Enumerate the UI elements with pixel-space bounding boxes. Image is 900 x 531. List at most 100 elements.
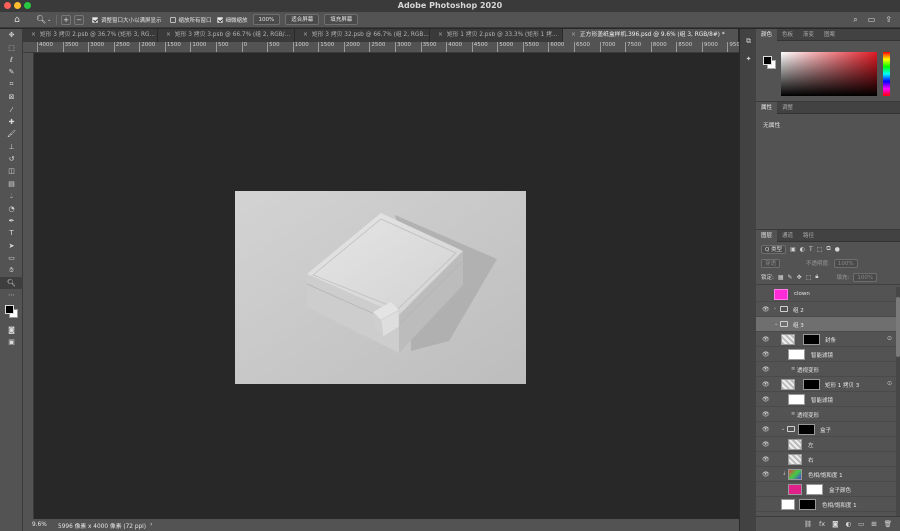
chevron-right-icon[interactable]: › [774,306,776,312]
color-swatches[interactable] [0,302,23,324]
lock-transparent-icon[interactable]: ▦ [778,274,784,281]
brush-tool-icon[interactable]: 🖌︎ [0,128,23,140]
layer-name[interactable]: 智能滤镜 [811,396,833,404]
close-tab-icon[interactable]: × [571,32,576,38]
layer-name[interactable]: 色相/饱和度 1 [808,471,843,479]
smart-filter-icon[interactable]: ⊙ [887,380,892,387]
history-panel-icon[interactable]: ⧉ [740,35,757,47]
adjustment-layer-icon[interactable]: ◐ [845,520,851,528]
more-tools-icon[interactable]: ⋯ [0,289,23,301]
tab-gradients[interactable]: 渐变 [798,29,819,41]
zoom-tool-preset[interactable]: 🔍︎ ⌄ [36,15,52,24]
eye-icon[interactable]: 👁︎ [762,336,770,343]
layer-row[interactable]: 👁︎ 右 [756,452,900,467]
lock-artboard-icon[interactable]: ⬚ [806,274,812,281]
add-mask-icon[interactable]: ◙ [832,520,838,528]
marquee-tool-icon[interactable]: ⬚ [0,41,23,53]
path-select-tool-icon[interactable]: ➤ [0,240,23,252]
fill-field[interactable]: 100% [853,272,878,282]
close-tab-icon[interactable]: × [31,32,36,38]
layer-row[interactable]: 👁︎ 智能滤镜 [756,392,900,407]
panel-foreground-swatch[interactable] [763,56,772,65]
layer-name[interactable]: 组 3 [793,321,804,329]
smart-object-thumbnail[interactable] [781,334,795,345]
close-tab-icon[interactable]: × [166,32,171,38]
layer-row[interactable]: 盒子颜色 [756,482,900,497]
filter-pixel-icon[interactable]: ▣ [790,246,796,253]
layer-row[interactable]: clown [756,287,900,302]
brush-settings-icon[interactable]: ✦ [740,53,757,65]
zoom-tool-icon[interactable]: 🔍︎ [0,276,23,290]
eyedropper-tool-icon[interactable]: ⁄ [0,103,23,115]
layer-name[interactable]: 色相/饱和度 1 [822,501,857,509]
workspace-icon[interactable]: ▭ [868,15,876,25]
eye-icon[interactable]: 👁︎ [762,396,770,403]
document-canvas[interactable] [235,191,526,384]
layer-row[interactable]: 👁︎ 矩形 1 拷贝 3 ⊙ [756,377,900,392]
chevron-down-icon[interactable]: ⌄ [774,321,778,327]
filter-shape-icon[interactable]: ⬚ [817,246,823,253]
eye-icon[interactable]: 👁︎ [762,426,770,433]
horizontal-ruler[interactable]: 4000 3500 3000 2500 2000 1500 1000 500 0 500 1000 1… [23,42,739,53]
clone-stamp-tool-icon[interactable]: ⊥ [0,141,23,153]
rectangle-tool-icon[interactable]: ▭ [0,252,23,264]
screen-mode-icon[interactable]: ▣ [0,336,23,348]
layer-mask-thumbnail[interactable] [799,499,816,510]
lasso-tool-icon[interactable]: ℓ [0,54,23,66]
filter-mask-thumbnail[interactable] [788,394,805,405]
tab-document-3[interactable]: × 矩形 3 拷贝 32.psb @ 66.7% (组 2, RGB... [295,29,430,42]
layer-row[interactable]: 👁︎ › 组 2 [756,302,900,317]
hand-tool-icon[interactable]: ✋︎ [0,264,23,276]
canvas-area[interactable] [34,53,739,519]
lock-all-icon[interactable]: 🔒︎ [815,273,818,281]
lock-position-icon[interactable]: ✥ [797,274,802,281]
tab-document-4[interactable]: × 矩形 1 拷贝 2.psb @ 33.3% (矩形 1 拷... [430,29,563,42]
fill-screen-button[interactable]: 填充屏幕 [324,14,359,25]
layer-name[interactable]: 透视变形 [797,366,819,374]
layer-row[interactable]: 👁︎ ≡ 透视变形 [756,362,900,377]
eye-icon[interactable]: 👁︎ [762,456,770,463]
new-group-icon[interactable]: ▭ [858,520,864,528]
layers-scrollbar[interactable] [896,287,900,516]
dodge-tool-icon[interactable]: ◔ [0,202,23,214]
new-layer-icon[interactable]: ⊞ [871,520,876,528]
layer-name[interactable]: 智能滤镜 [811,351,833,359]
zoom-100-button[interactable]: 100% [252,14,281,25]
delete-layer-icon[interactable]: 🗑︎ [884,520,892,528]
eye-icon[interactable]: 👁︎ [762,381,770,388]
close-tab-icon[interactable]: × [438,32,443,38]
eye-icon[interactable]: 👁︎ [762,306,770,313]
crop-tool-icon[interactable]: ⌗ [0,79,23,91]
tab-document-active[interactable]: × 正方形盖纸盒样机.396.psd @ 9.6% (组 3, RGB/8#) * [563,29,739,42]
layer-row[interactable]: 👁︎ ≡ 透视变形 [756,407,900,422]
layer-name[interactable]: 左 [808,441,814,449]
blur-tool-icon[interactable]: 💧︎ [0,190,23,202]
layer-name[interactable]: 组 2 [793,306,804,314]
adjustment-thumbnail[interactable] [788,469,802,480]
filter-adjust-icon[interactable]: ◐ [800,246,805,253]
layer-row[interactable]: 👁︎ ↓ 色相/饱和度 1 [756,467,900,482]
layer-row[interactable]: 👁︎ 左 [756,437,900,452]
chevron-right-icon[interactable]: › [150,522,152,528]
share-icon[interactable]: ⇪ [885,15,892,25]
filter-options-icon[interactable]: ≡ [791,411,795,417]
zoom-level[interactable]: 9.6% [32,522,56,528]
blend-mode-select[interactable]: 穿透 [761,258,781,268]
healing-brush-tool-icon[interactable]: ✚ [0,116,23,128]
gradient-tool-icon[interactable]: ▤ [0,178,23,190]
resize-windows-checkbox[interactable]: 调整窗口大小以满屏显示 [92,16,162,24]
layer-style-icon[interactable]: fx [819,520,825,528]
home-icon[interactable]: ⌂ [10,14,24,26]
layer-thumbnail[interactable] [788,454,802,465]
layer-row[interactable]: 👁︎ ⌄ 盒子 [756,422,900,437]
zoom-all-checkbox[interactable]: 缩放所有窗口 [169,16,212,24]
layer-name[interactable]: 矩形 1 拷贝 3 [825,381,859,389]
scrubby-zoom-checkbox[interactable]: 细微缩放 [216,16,248,24]
quick-select-tool-icon[interactable]: ✎ [0,66,23,78]
tab-adjustments[interactable]: 调整 [777,102,798,114]
tab-document-2[interactable]: × 矩形 3 拷贝 3.psb @ 66.7% (组 2, RGB/... [158,29,295,42]
layer-name[interactable]: 封条 [825,336,836,344]
tab-document-1[interactable]: × 矩形 3 拷贝 2.psb @ 36.7% (矩形 3, RG... [23,29,158,42]
tab-properties[interactable]: 属性 [756,101,778,114]
layer-mask-thumbnail[interactable] [806,484,823,495]
